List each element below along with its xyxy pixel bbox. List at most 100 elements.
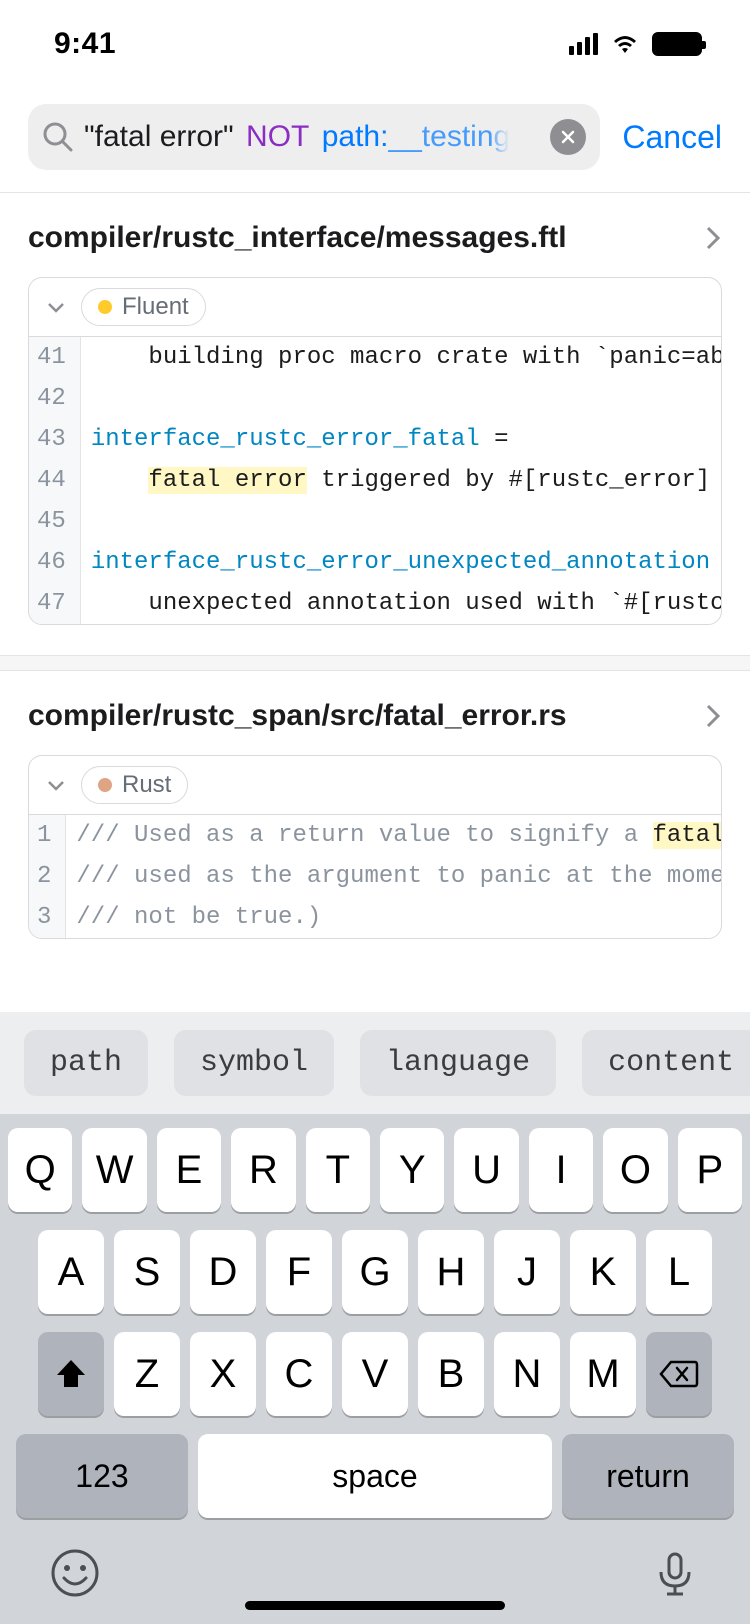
dictation-key[interactable] bbox=[650, 1548, 700, 1598]
suggestion-bar: path symbol language content bbox=[0, 1012, 750, 1114]
chevron-right-icon bbox=[704, 224, 722, 252]
chevron-down-icon bbox=[45, 296, 67, 318]
clear-search-button[interactable] bbox=[550, 119, 586, 155]
key-d[interactable]: D bbox=[190, 1230, 256, 1314]
key-a[interactable]: A bbox=[38, 1230, 104, 1314]
key-m[interactable]: M bbox=[570, 1332, 636, 1416]
key-s[interactable]: S bbox=[114, 1230, 180, 1314]
code-line[interactable]: 46interface_rustc_error_unexpected_annot… bbox=[29, 542, 722, 583]
chevron-right-icon bbox=[704, 702, 722, 730]
code-line[interactable]: 45 bbox=[29, 501, 722, 542]
line-number: 47 bbox=[29, 583, 80, 624]
battery-icon bbox=[652, 32, 702, 56]
line-number: 46 bbox=[29, 542, 80, 583]
code-table: 1/// Used as a return value to signify a… bbox=[29, 815, 722, 938]
key-u[interactable]: U bbox=[454, 1128, 518, 1212]
result-header[interactable]: compiler/rustc_interface/messages.ftl bbox=[28, 193, 722, 277]
key-p[interactable]: P bbox=[678, 1128, 742, 1212]
code-snippet-card: Fluent 41 building proc macro crate with … bbox=[28, 277, 722, 625]
code-content: /// used as the argument to panic at the… bbox=[66, 856, 722, 897]
key-v[interactable]: V bbox=[342, 1332, 408, 1416]
key-w[interactable]: W bbox=[82, 1128, 146, 1212]
line-number: 2 bbox=[29, 856, 66, 897]
language-dot-icon bbox=[98, 300, 112, 314]
close-icon bbox=[560, 129, 576, 145]
code-line[interactable]: 42 bbox=[29, 378, 722, 419]
backspace-icon bbox=[659, 1359, 699, 1389]
language-name: Fluent bbox=[122, 293, 189, 321]
code-content: interface_rustc_error_unexpected_annotat… bbox=[80, 542, 722, 583]
section-divider bbox=[0, 655, 750, 671]
search-bar: "fatal error" NOT path: __testin g Cance… bbox=[0, 88, 750, 193]
code-line[interactable]: 41 building proc macro crate with `panic… bbox=[29, 337, 722, 378]
key-i[interactable]: I bbox=[529, 1128, 593, 1212]
code-content: /// not be true.) bbox=[66, 897, 722, 938]
code-content: building proc macro crate with `panic=ab… bbox=[80, 337, 722, 378]
key-n[interactable]: N bbox=[494, 1332, 560, 1416]
key-l[interactable]: L bbox=[646, 1230, 712, 1314]
shift-key[interactable] bbox=[38, 1332, 104, 1416]
line-number: 42 bbox=[29, 378, 80, 419]
status-time: 9:41 bbox=[54, 27, 116, 61]
suggestion-content[interactable]: content bbox=[582, 1030, 750, 1096]
code-card-header[interactable]: Fluent bbox=[29, 278, 721, 337]
result-header[interactable]: compiler/rustc_span/src/fatal_error.rs bbox=[28, 671, 722, 755]
key-e[interactable]: E bbox=[157, 1128, 221, 1212]
language-badge: Fluent bbox=[81, 288, 206, 326]
key-b[interactable]: B bbox=[418, 1332, 484, 1416]
suggestion-language[interactable]: language bbox=[360, 1030, 556, 1096]
key-z[interactable]: Z bbox=[114, 1332, 180, 1416]
key-r[interactable]: R bbox=[231, 1128, 295, 1212]
line-number: 44 bbox=[29, 460, 80, 501]
search-field[interactable]: "fatal error" NOT path: __testin g bbox=[28, 104, 600, 170]
space-key[interactable]: space bbox=[198, 1434, 552, 1518]
key-y[interactable]: Y bbox=[380, 1128, 444, 1212]
backspace-key[interactable] bbox=[646, 1332, 712, 1416]
return-key[interactable]: return bbox=[562, 1434, 734, 1518]
search-result: compiler/rustc_interface/messages.ftl Flu… bbox=[0, 193, 750, 625]
status-bar: 9:41 bbox=[0, 0, 750, 88]
key-x[interactable]: X bbox=[190, 1332, 256, 1416]
emoji-key[interactable] bbox=[50, 1548, 100, 1598]
key-h[interactable]: H bbox=[418, 1230, 484, 1314]
code-line[interactable]: 47 unexpected annotation used with `#[ru… bbox=[29, 583, 722, 624]
line-number: 43 bbox=[29, 419, 80, 460]
code-content bbox=[80, 501, 722, 542]
result-path: compiler/rustc_interface/messages.ftl bbox=[28, 221, 567, 255]
language-badge: Rust bbox=[81, 766, 188, 804]
code-line[interactable]: 44 fatal error triggered by #[rustc_erro… bbox=[29, 460, 722, 501]
key-j[interactable]: J bbox=[494, 1230, 560, 1314]
shift-icon bbox=[54, 1357, 88, 1391]
cancel-button[interactable]: Cancel bbox=[600, 119, 722, 156]
search-results: compiler/rustc_interface/messages.ftl Flu… bbox=[0, 193, 750, 969]
key-f[interactable]: F bbox=[266, 1230, 332, 1314]
home-indicator[interactable] bbox=[245, 1601, 505, 1610]
result-path: compiler/rustc_span/src/fatal_error.rs bbox=[28, 699, 567, 733]
line-number: 41 bbox=[29, 337, 80, 378]
search-result: compiler/rustc_span/src/fatal_error.rs Ru… bbox=[0, 671, 750, 939]
chevron-down-icon bbox=[45, 774, 67, 796]
key-k[interactable]: K bbox=[570, 1230, 636, 1314]
search-input[interactable]: "fatal error" NOT path: __testin g bbox=[84, 120, 540, 154]
suggestion-path[interactable]: path bbox=[24, 1030, 148, 1096]
key-g[interactable]: G bbox=[342, 1230, 408, 1314]
status-icons bbox=[569, 32, 702, 56]
code-line[interactable]: 1/// Used as a return value to signify a… bbox=[29, 815, 722, 856]
code-table: 41 building proc macro crate with `panic… bbox=[29, 337, 722, 624]
code-line[interactable]: 2/// used as the argument to panic at th… bbox=[29, 856, 722, 897]
code-line[interactable]: 43interface_rustc_error_fatal = bbox=[29, 419, 722, 460]
code-card-header[interactable]: Rust bbox=[29, 756, 721, 815]
key-o[interactable]: O bbox=[603, 1128, 667, 1212]
key-t[interactable]: T bbox=[306, 1128, 370, 1212]
search-icon bbox=[42, 121, 74, 153]
code-content: unexpected annotation used with `#[rustc… bbox=[80, 583, 722, 624]
key-c[interactable]: C bbox=[266, 1332, 332, 1416]
number-mode-key[interactable]: 123 bbox=[16, 1434, 188, 1518]
line-number: 1 bbox=[29, 815, 66, 856]
wifi-icon bbox=[610, 33, 640, 55]
keyboard: path symbol language content QWERTYUIOP ASD… bbox=[0, 1012, 750, 1624]
suggestion-symbol[interactable]: symbol bbox=[174, 1030, 334, 1096]
code-line[interactable]: 3/// not be true.) bbox=[29, 897, 722, 938]
cellular-signal-icon bbox=[569, 33, 598, 55]
key-q[interactable]: Q bbox=[8, 1128, 72, 1212]
